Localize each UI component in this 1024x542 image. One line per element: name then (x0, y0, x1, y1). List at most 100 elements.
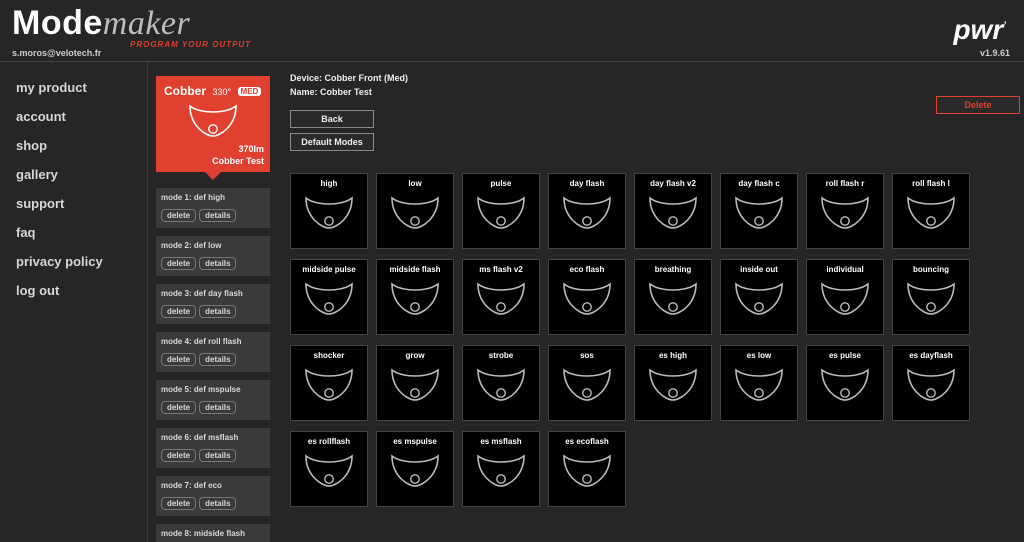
mode-tile[interactable]: es mspulse (376, 431, 454, 507)
cobber-icon (904, 366, 958, 404)
nav-item-log-out[interactable]: log out (16, 283, 147, 298)
mode-details-button[interactable]: details (199, 209, 236, 222)
mode-column: Cobber 330° MED 370lm Cobber Test mode 1… (148, 62, 278, 542)
mode-tile[interactable]: high (290, 173, 368, 249)
mode-tile[interactable]: midside flash (376, 259, 454, 335)
nav-item-faq[interactable]: faq (16, 225, 147, 240)
mode-slot-label: mode 2: def low (161, 241, 265, 250)
back-button[interactable]: Back (290, 110, 374, 128)
cobber-icon (388, 366, 442, 404)
brand-tagline: PROGRAM YOUR OUTPUT (130, 40, 251, 49)
mode-tile[interactable]: eco flash (548, 259, 626, 335)
mode-tile-label: pulse (463, 179, 539, 188)
mode-details-button[interactable]: details (199, 257, 236, 270)
mode-slot: mode 4: def roll flash deletedetails (156, 332, 270, 372)
mode-tile-grid: highlow pulse day flash day flash v2 day fla… (290, 173, 1010, 507)
cobber-icon (560, 366, 614, 404)
mode-tile[interactable]: day flash (548, 173, 626, 249)
cobber-icon (388, 194, 442, 232)
mode-slot-label: mode 4: def roll flash (161, 337, 265, 346)
product-card[interactable]: Cobber 330° MED 370lm Cobber Test (156, 76, 270, 172)
nav-item-shop[interactable]: shop (16, 138, 147, 153)
user-email[interactable]: s.moros@velotech.fr (12, 48, 101, 58)
default-modes-button[interactable]: Default Modes (290, 133, 374, 151)
mode-tile-label: low (377, 179, 453, 188)
product-card-title: Cobber (164, 84, 206, 98)
cobber-icon (302, 452, 356, 490)
mode-tile[interactable]: es rollflash (290, 431, 368, 507)
nav-item-account[interactable]: account (16, 109, 147, 124)
mode-tile[interactable]: es msflash (462, 431, 540, 507)
mode-delete-button[interactable]: delete (161, 305, 196, 318)
mode-tile[interactable]: es ecoflash (548, 431, 626, 507)
mode-tile-label: day flash v2 (635, 179, 711, 188)
product-card-pointer (205, 172, 221, 180)
mode-slot: mode 7: def eco deletedetails (156, 476, 270, 516)
mode-tile-label: strobe (463, 351, 539, 360)
cobber-icon (818, 194, 872, 232)
mode-details-button[interactable]: details (199, 305, 236, 318)
mode-delete-button[interactable]: delete (161, 497, 196, 510)
mode-tile[interactable]: grow (376, 345, 454, 421)
mode-tile[interactable]: pulse (462, 173, 540, 249)
mode-delete-button[interactable]: delete (161, 209, 196, 222)
mode-slot-label: mode 3: def day flash (161, 289, 265, 298)
cobber-icon (186, 102, 240, 140)
mode-tile-label: es dayflash (893, 351, 969, 360)
mode-tile[interactable]: individual (806, 259, 884, 335)
cobber-icon (302, 280, 356, 318)
mode-tile[interactable]: sos (548, 345, 626, 421)
cobber-icon (388, 452, 442, 490)
mode-slot-label: mode 5: def mspulse (161, 385, 265, 394)
mode-tile[interactable]: roll flash l (892, 173, 970, 249)
device-info: Device: Cobber Front (Med) Name: Cobber … (290, 72, 1010, 99)
mode-tile[interactable]: day flash c (720, 173, 798, 249)
cobber-icon (474, 366, 528, 404)
mode-tile-label: grow (377, 351, 453, 360)
delete-button[interactable]: Delete (936, 96, 1020, 114)
mode-details-button[interactable]: details (199, 401, 236, 414)
cobber-icon (388, 280, 442, 318)
mode-tile[interactable]: low (376, 173, 454, 249)
mode-delete-button[interactable]: delete (161, 449, 196, 462)
mode-tile-label: inside out (721, 265, 797, 274)
mode-tile-label: es low (721, 351, 797, 360)
mode-tile[interactable]: es high (634, 345, 712, 421)
mode-tile[interactable]: inside out (720, 259, 798, 335)
mode-details-button[interactable]: details (199, 449, 236, 462)
mode-delete-button[interactable]: delete (161, 401, 196, 414)
mode-details-button[interactable]: details (199, 497, 236, 510)
mode-delete-button[interactable]: delete (161, 353, 196, 366)
cobber-icon (732, 194, 786, 232)
cobber-icon (904, 280, 958, 318)
mode-tile[interactable]: bouncing (892, 259, 970, 335)
mode-tile[interactable]: breathing (634, 259, 712, 335)
mode-tile[interactable]: roll flash r (806, 173, 884, 249)
mode-slot-label: mode 7: def eco (161, 481, 265, 490)
mode-delete-button[interactable]: delete (161, 257, 196, 270)
mode-tile[interactable]: shocker (290, 345, 368, 421)
mode-tile[interactable]: es pulse (806, 345, 884, 421)
mode-tile[interactable]: midside pulse (290, 259, 368, 335)
mode-tile[interactable]: strobe (462, 345, 540, 421)
cobber-icon (732, 366, 786, 404)
nav-item-privacy-policy[interactable]: privacy policy (16, 254, 147, 269)
mode-tile-label: day flash c (721, 179, 797, 188)
cobber-icon (646, 194, 700, 232)
mode-tile[interactable]: day flash v2 (634, 173, 712, 249)
product-card-lumen: 370lm (238, 144, 264, 154)
cobber-icon (302, 194, 356, 232)
mode-tile-label: es rollflash (291, 437, 367, 446)
nav-item-support[interactable]: support (16, 196, 147, 211)
mode-tile-label: day flash (549, 179, 625, 188)
nav-item-gallery[interactable]: gallery (16, 167, 147, 182)
mode-details-button[interactable]: details (199, 353, 236, 366)
mode-tile[interactable]: es low (720, 345, 798, 421)
mode-tile-label: es ecoflash (549, 437, 625, 446)
mode-slot-label: mode 1: def high (161, 193, 265, 202)
main-panel: Device: Cobber Front (Med) Name: Cobber … (278, 62, 1024, 542)
nav-item-my-product[interactable]: my product (16, 80, 147, 95)
mode-tile[interactable]: ms flash v2 (462, 259, 540, 335)
mode-tile[interactable]: es dayflash (892, 345, 970, 421)
cobber-icon (646, 366, 700, 404)
